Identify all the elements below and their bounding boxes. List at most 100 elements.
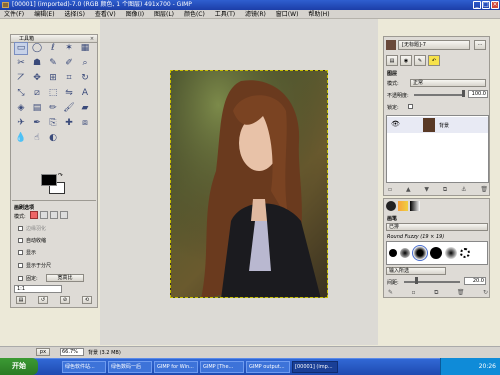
bucket-fill-icon[interactable]: ◈ <box>14 102 28 115</box>
fixed-dropdown[interactable]: 宽高比 <box>46 274 84 282</box>
lower-layer-icon[interactable]: ▼ <box>424 186 429 194</box>
task-item[interactable]: GIMP for Win... <box>154 361 198 373</box>
perspective-clone-icon[interactable]: ⧈ <box>78 117 92 130</box>
menu-windows[interactable]: 窗口(W) <box>272 10 303 19</box>
menu-select[interactable]: 选择(S) <box>60 10 89 19</box>
ellipse-select-icon[interactable]: ◯ <box>30 42 44 55</box>
anchor-layer-icon[interactable]: ⚓ <box>461 186 466 194</box>
eraser-icon[interactable]: ▰ <box>78 102 92 115</box>
fuzzy-select-icon[interactable]: ✶ <box>62 42 76 55</box>
paths-icon[interactable]: ✎ <box>46 57 60 70</box>
tab-paths-icon[interactable]: ✎ <box>414 55 426 66</box>
option-2-checkbox[interactable] <box>18 250 23 255</box>
delete-brush-icon[interactable]: 🗑 <box>457 289 465 297</box>
layer-row[interactable]: 👁 背景 <box>387 117 488 133</box>
edit-brush-icon[interactable]: ✎ <box>388 289 393 297</box>
rotate-icon[interactable]: ↻ <box>78 72 92 85</box>
duplicate-brush-icon[interactable]: ⧉ <box>434 289 438 297</box>
opacity-slider[interactable] <box>414 94 462 96</box>
menu-layer[interactable]: 图层(L) <box>150 10 178 19</box>
reset-options-button[interactable]: ⟲ <box>82 296 92 304</box>
menu-edit[interactable]: 编辑(E) <box>30 10 58 19</box>
text-icon[interactable]: A <box>78 87 92 100</box>
tab-channels-icon[interactable]: ◉ <box>400 55 412 66</box>
menu-view[interactable]: 查看(V) <box>91 10 120 19</box>
rect-select-icon[interactable]: ▭ <box>14 42 28 55</box>
color-select-icon[interactable]: ▦ <box>78 42 92 55</box>
new-layer-icon[interactable]: ▫ <box>388 186 392 194</box>
perspective-icon[interactable]: ⬚ <box>46 87 60 100</box>
unit-dropdown[interactable]: px <box>36 348 50 356</box>
blend-icon[interactable]: ▤ <box>30 102 44 115</box>
auto-button[interactable]: … <box>474 40 486 50</box>
menu-image[interactable]: 图像(I) <box>122 10 148 19</box>
task-item[interactable]: 绿色软件站... <box>62 361 106 373</box>
layer-name[interactable]: 背景 <box>439 122 449 129</box>
tab-undo-icon[interactable]: ↶ <box>428 55 440 66</box>
restore-options-button[interactable]: ↺ <box>38 296 48 304</box>
delete-layer-icon[interactable]: 🗑 <box>480 186 488 194</box>
maximize-button[interactable]: □ <box>482 1 490 9</box>
brush-large-hard-icon[interactable] <box>430 247 442 259</box>
option-0-checkbox[interactable] <box>18 226 23 231</box>
swap-colors-icon[interactable]: ↷ <box>58 172 63 179</box>
brush-hard-icon[interactable] <box>389 249 397 257</box>
move-icon[interactable]: ✥ <box>30 72 44 85</box>
option-2[interactable]: 显示 <box>18 249 36 256</box>
clock[interactable]: 20:26 <box>479 363 496 370</box>
airbrush-icon[interactable]: ✈ <box>14 117 28 130</box>
zoom-icon[interactable]: ⌕ <box>78 57 92 70</box>
scale-icon[interactable]: ⤡ <box>14 87 28 100</box>
brush-large-fuzzy-icon[interactable] <box>445 247 457 259</box>
task-item[interactable]: 绿色数码一后 <box>108 361 152 373</box>
menu-file[interactable]: 文件(F) <box>0 10 28 19</box>
spacing-slider-handle[interactable] <box>415 277 418 284</box>
shear-icon[interactable]: ⧄ <box>30 87 44 100</box>
option-1-checkbox[interactable] <box>18 238 23 243</box>
opacity-slider-handle[interactable] <box>462 90 465 97</box>
brush-round-fuzzy-icon[interactable] <box>412 245 428 261</box>
clone-icon[interactable]: ⎘ <box>46 117 60 130</box>
foreground-color-swatch[interactable] <box>41 174 57 186</box>
scissors-icon[interactable]: ✂ <box>14 57 28 70</box>
paintbrush-icon[interactable]: 🖌 <box>62 102 76 115</box>
brush-grid[interactable] <box>386 241 488 265</box>
brush-select-dropdown[interactable]: 输入所选 <box>386 267 446 275</box>
start-button[interactable]: 开始 <box>0 358 38 375</box>
tab-layers-icon[interactable]: ▤ <box>386 55 398 66</box>
heal-icon[interactable]: ✚ <box>62 117 76 130</box>
ink-icon[interactable]: ✒ <box>30 117 44 130</box>
option-4[interactable]: 固定: <box>18 275 38 282</box>
color-picker-icon[interactable]: ✐ <box>62 57 76 70</box>
brush-fuzzy-icon[interactable] <box>400 248 410 258</box>
zoom-input[interactable]: 66.7% <box>60 348 84 356</box>
gradient-tab-icon[interactable] <box>410 201 420 211</box>
layer-visibility-eye-icon[interactable]: 👁 <box>391 120 400 128</box>
task-item[interactable]: GIMP [The... <box>200 361 244 373</box>
brush-view-dropdown[interactable]: 已排 <box>386 223 488 231</box>
menu-help[interactable]: 帮助(H) <box>304 10 333 19</box>
option-3[interactable]: 显示于分尺 <box>18 262 51 269</box>
task-item[interactable]: GIMP output... <box>246 361 290 373</box>
lock-alpha-checkbox[interactable] <box>408 104 413 109</box>
duplicate-layer-icon[interactable]: ⧉ <box>443 186 447 194</box>
blur-icon[interactable]: 💧 <box>14 132 28 145</box>
window-titlebar[interactable]: [00001] (imported)-7.0 (RGB 颜色, 1 个图层) 4… <box>0 0 500 10</box>
close-button[interactable]: × <box>491 1 499 9</box>
smudge-icon[interactable]: ☝ <box>30 132 44 145</box>
save-options-button[interactable]: ▤ <box>16 296 26 304</box>
spacing-slider[interactable] <box>404 281 460 283</box>
minimize-button[interactable]: _ <box>473 1 481 9</box>
option-1[interactable]: 自动收缩 <box>18 237 46 244</box>
mode-add-button[interactable] <box>40 211 48 219</box>
brush-dotted-icon[interactable] <box>460 248 470 258</box>
layer-mode-dropdown[interactable]: 正常 <box>410 79 486 87</box>
image-photo[interactable] <box>170 70 328 298</box>
mode-subtract-button[interactable] <box>50 211 58 219</box>
menu-tools[interactable]: 工具(T) <box>211 10 239 19</box>
free-select-icon[interactable]: ℓ <box>46 42 60 55</box>
spacing-input[interactable]: 20.0 <box>464 277 486 285</box>
raise-layer-icon[interactable]: ▲ <box>406 186 411 194</box>
crop-icon[interactable]: ⌗ <box>62 72 76 85</box>
option-0[interactable]: 边缘羽化 <box>18 225 46 232</box>
